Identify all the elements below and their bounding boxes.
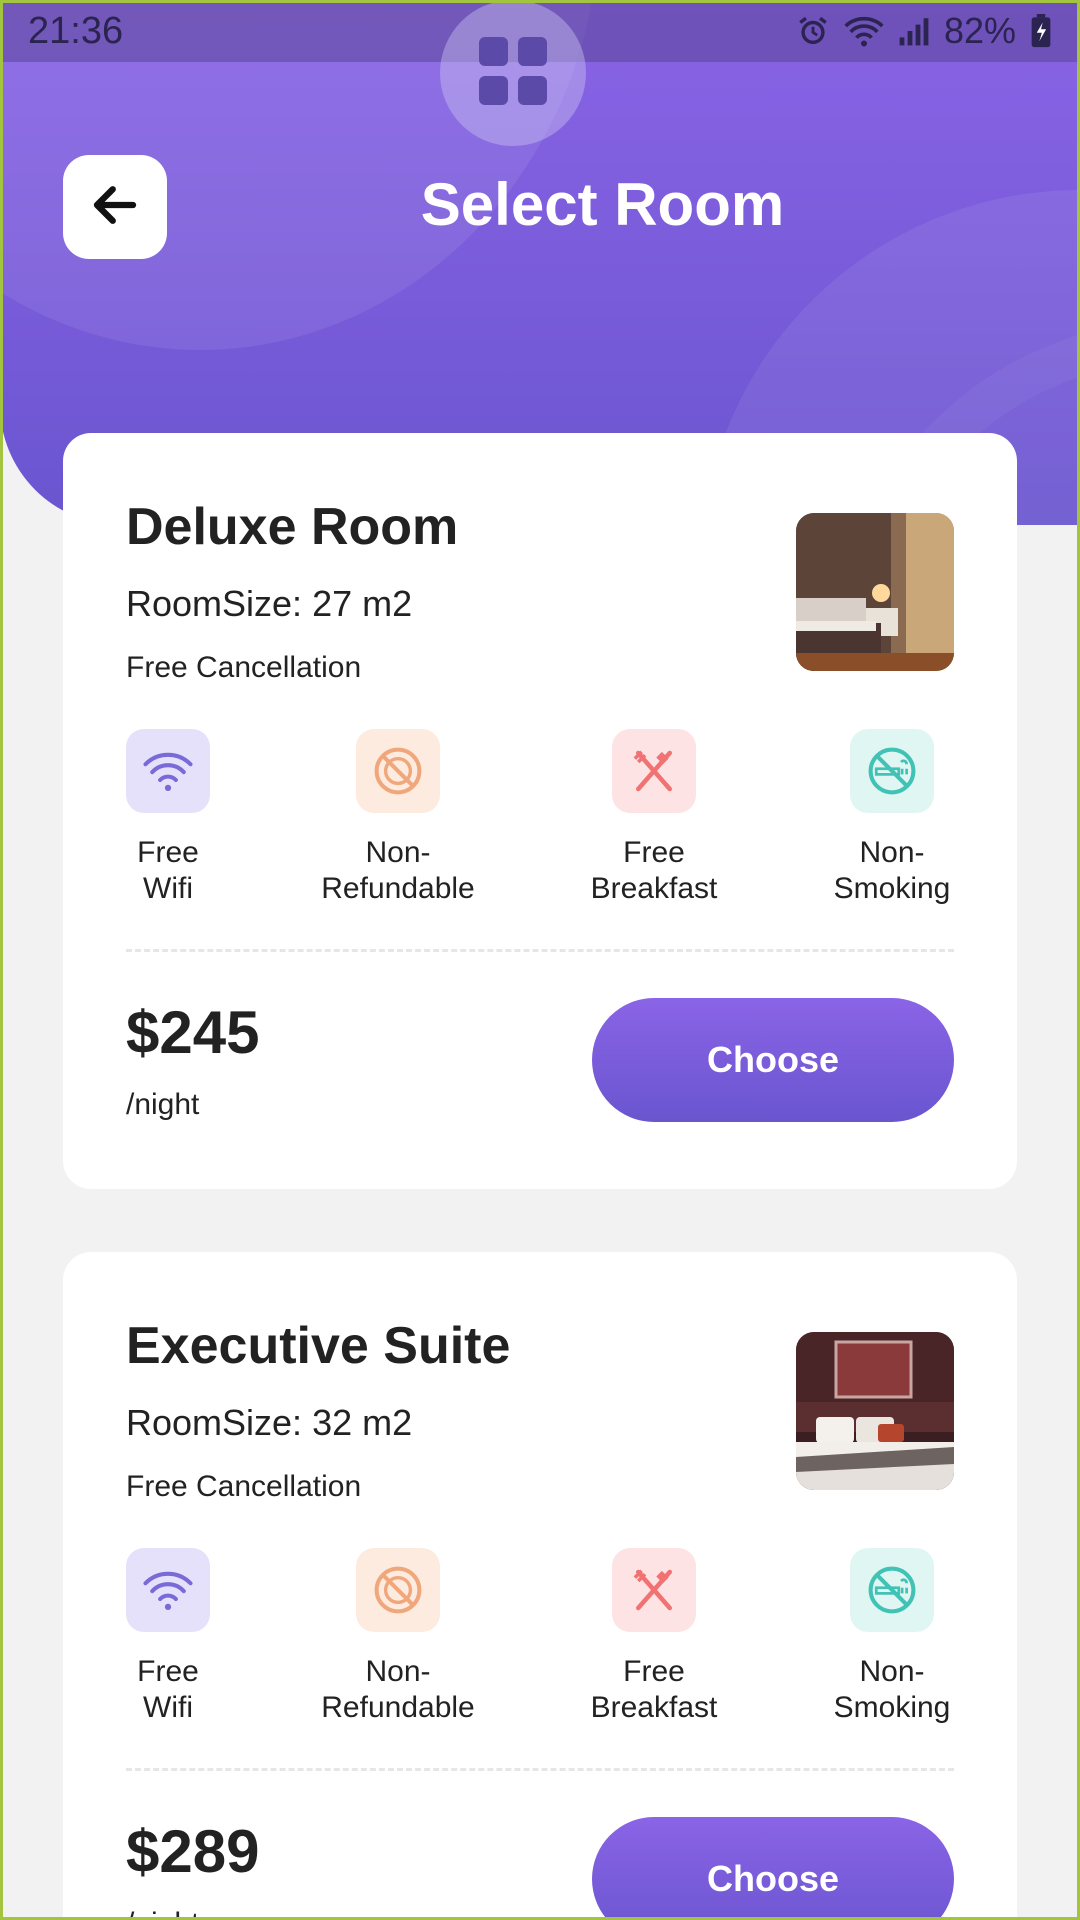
amenity-label-line1: Non-	[365, 836, 431, 869]
amenity-label-line2: Breakfast	[590, 1691, 718, 1724]
amenity-label-line2: Smoking	[833, 872, 951, 905]
amenity-label-line2: Wifi	[143, 1691, 193, 1724]
amenity-non-smoking: Non- Smoking	[792, 729, 992, 907]
no-smoking-icon	[850, 1548, 934, 1632]
amenity-label-line2: Refundable	[321, 872, 475, 905]
no-smoking-icon	[850, 729, 934, 813]
room-photo[interactable]	[796, 1332, 954, 1490]
amenity-label-line2: Refundable	[321, 1691, 475, 1724]
grid-icon	[479, 36, 547, 110]
wifi-icon	[126, 729, 210, 813]
amenity-label-line2: Smoking	[833, 1691, 951, 1724]
amenity-non-refundable: Non- Refundable	[298, 1548, 498, 1726]
cancellation-policy: Free Cancellation	[126, 651, 362, 684]
room-price: $245	[126, 999, 260, 1066]
amenity-label-line1: Free	[623, 836, 685, 869]
amenity-label-line2: Breakfast	[590, 872, 718, 905]
amenity-label-line1: Free	[623, 1655, 685, 1688]
amenity-non-smoking: Non- Smoking	[792, 1548, 992, 1726]
alarm-icon	[796, 14, 830, 48]
amenity-label-line2: Wifi	[143, 872, 193, 905]
room-card: Deluxe Room RoomSize: 27 m2 Free Cancell…	[63, 433, 1017, 1189]
signal-icon	[898, 14, 930, 48]
room-name: Executive Suite	[126, 1317, 511, 1375]
dashed-divider	[126, 1768, 954, 1771]
page-title: Select Room	[420, 171, 785, 238]
choose-button[interactable]: Choose	[592, 998, 954, 1122]
choose-button[interactable]: Choose	[592, 1817, 954, 1920]
wifi-status-icon	[844, 14, 884, 48]
amenities-row: Free Wifi Non- Refundable Free Breakfast No…	[126, 1548, 954, 1738]
room-name: Deluxe Room	[126, 498, 459, 556]
fork-knife-icon	[612, 729, 696, 813]
status-time: 21:36	[28, 9, 124, 52]
grid-menu-button[interactable]	[440, 0, 586, 146]
amenities-row: Free Wifi Non- Refundable Free Breakfast No…	[126, 729, 954, 919]
amenity-free-breakfast: Free Breakfast	[554, 729, 754, 907]
room-size: RoomSize: 27 m2	[126, 583, 413, 624]
price-unit: /night	[126, 1907, 199, 1920]
amenity-free-breakfast: Free Breakfast	[554, 1548, 754, 1726]
no-refund-icon	[356, 1548, 440, 1632]
amenity-non-refundable: Non- Refundable	[298, 729, 498, 907]
amenity-label-line1: Free	[137, 836, 199, 869]
cancellation-policy: Free Cancellation	[126, 1470, 362, 1503]
battery-icon	[1030, 14, 1052, 48]
fork-knife-icon	[612, 1548, 696, 1632]
amenity-label-line1: Free	[137, 1655, 199, 1688]
no-refund-icon	[356, 729, 440, 813]
amenity-label-line1: Non-	[365, 1655, 431, 1688]
amenity-label-line1: Non-	[859, 836, 925, 869]
room-size: RoomSize: 32 m2	[126, 1402, 413, 1443]
amenity-label-line1: Non-	[859, 1655, 925, 1688]
room-photo[interactable]	[796, 513, 954, 671]
room-card: Executive Suite RoomSize: 32 m2 Free Can…	[63, 1252, 1017, 1920]
price-unit: /night	[126, 1088, 200, 1121]
room-price: $289	[126, 1818, 260, 1885]
dashed-divider	[126, 949, 954, 952]
wifi-icon	[126, 1548, 210, 1632]
battery-text: 82%	[943, 10, 1016, 51]
amenity-free-wifi: Free Wifi	[68, 1548, 268, 1726]
amenity-free-wifi: Free Wifi	[68, 729, 268, 907]
